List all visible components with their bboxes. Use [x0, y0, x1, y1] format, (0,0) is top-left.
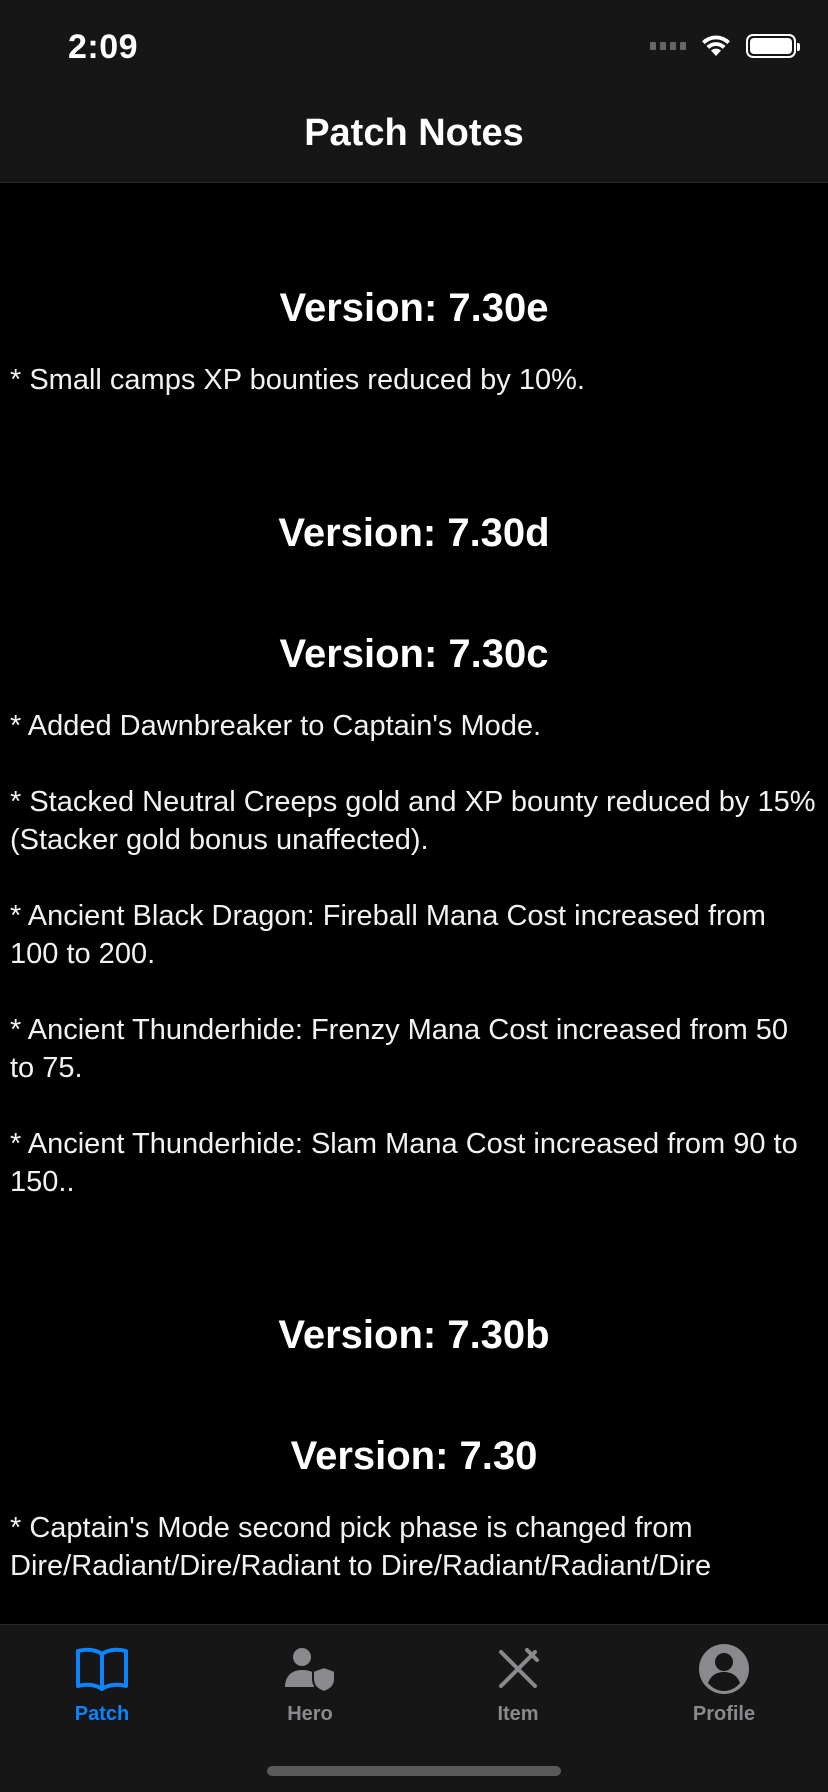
wifi-icon	[700, 34, 732, 58]
patch-version-heading: Version: 7.30d	[278, 511, 550, 555]
patch-note: * Small camps XP bounties reduced by 10%…	[10, 364, 585, 396]
crossed-swords-icon	[448, 1639, 588, 1699]
profile-icon	[654, 1639, 794, 1699]
battery-icon	[746, 34, 800, 58]
cellular-signal-icon	[650, 42, 686, 50]
tab-profile[interactable]: Profile	[654, 1639, 794, 1726]
patch-version-heading: Version: 7.30b	[278, 1313, 550, 1357]
tab-patch[interactable]: Patch	[32, 1639, 172, 1726]
patch-note: * Ancient Black Dragon: Fireball Mana Co…	[10, 900, 766, 970]
patch-note: * Captain's Mode second pick phase is ch…	[10, 1512, 712, 1582]
tab-label: Item	[497, 1703, 539, 1725]
patch-notes-list[interactable]: Version: 7.30e * Small camps XP bounties…	[0, 184, 828, 1624]
app-screen: 2:09 Patch Notes Version: 7.30e * Small …	[0, 0, 828, 1792]
navigation-header: 2:09 Patch Notes	[0, 0, 828, 183]
tab-item[interactable]: Item	[448, 1639, 588, 1726]
patch-note: * Ancient Thunderhide: Slam Mana Cost in…	[10, 1128, 798, 1198]
patch-note: * Added Dawnbreaker to Captain's Mode.	[10, 710, 542, 742]
patch-version-heading: Version: 7.30c	[279, 632, 549, 676]
tab-label: Hero	[287, 1703, 333, 1725]
tab-hero[interactable]: Hero	[240, 1639, 380, 1726]
tab-label: Patch	[74, 1703, 130, 1725]
patch-note: * Stacked Neutral Creeps gold and XP bou…	[10, 786, 816, 856]
patch-version-heading: Version: 7.30e	[279, 286, 549, 330]
status-indicators	[650, 34, 800, 58]
status-time: 2:09	[68, 28, 139, 66]
page-title: Patch Notes	[304, 112, 524, 154]
patch-note: * Ancient Thunderhide: Frenzy Mana Cost …	[10, 1014, 789, 1084]
patch-version-heading: Version: 7.30	[290, 1434, 538, 1478]
book-icon	[32, 1639, 172, 1699]
tab-label: Profile	[692, 1703, 756, 1725]
hero-shield-icon	[240, 1639, 380, 1699]
home-indicator[interactable]	[267, 1766, 561, 1776]
